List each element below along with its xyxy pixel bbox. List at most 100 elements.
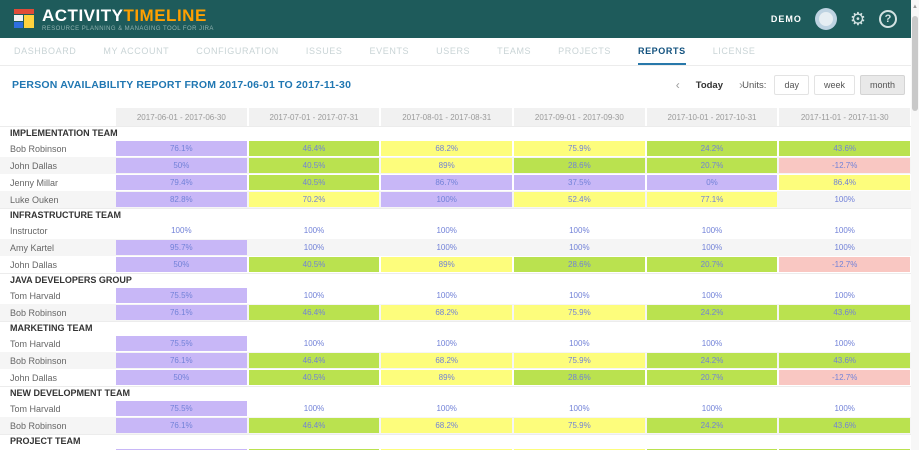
availability-value: 100% (249, 288, 380, 303)
availability-value: 28.6% (514, 158, 645, 173)
app-title-activity: ACTIVITY (42, 6, 123, 25)
availability-cell: 46.4% (249, 417, 380, 434)
nav-item-license[interactable]: LICENSE (713, 38, 756, 65)
availability-cell: 100% (779, 335, 910, 352)
app-title-timeline: TIMELINE (123, 6, 206, 25)
unit-button-week[interactable]: week (814, 75, 855, 95)
prev-period-button[interactable]: ‹ (676, 78, 680, 92)
availability-cell: 89% (381, 256, 512, 273)
availability-cell: 100% (779, 400, 910, 417)
availability-value: 100% (514, 240, 645, 255)
availability-cell: 68.2% (381, 140, 512, 157)
availability-value: 46.4% (249, 353, 380, 368)
availability-cell: 46.4% (249, 140, 380, 157)
table-body: IMPLEMENTATION TEAMBob Robinson76.1%46.4… (0, 126, 911, 450)
availability-value: 100% (249, 223, 380, 238)
help-icon[interactable]: ? (879, 10, 897, 28)
availability-cell: 24.2% (647, 304, 778, 321)
main-nav: DASHBOARD MY ACCOUNT CONFIGURATION ISSUES EV… (0, 38, 911, 66)
nav-item-teams[interactable]: TEAMS (497, 38, 531, 65)
nav-item-projects[interactable]: PROJECTS (558, 38, 611, 65)
availability-cell: 50% (116, 369, 247, 386)
person-name: Jenny Millar (0, 174, 115, 191)
report-toolbar: PERSON AVAILABILITY REPORT FROM 2017-06-… (0, 66, 911, 104)
availability-cell: 28.6% (514, 369, 645, 386)
availability-value: 89% (381, 370, 512, 385)
availability-cell: 70.2% (249, 191, 380, 208)
availability-value: 95.7% (116, 240, 247, 255)
availability-value: 100% (779, 240, 910, 255)
availability-value: 77.1% (647, 192, 778, 207)
availability-cell: 75.5% (116, 287, 247, 304)
availability-cell: 24.2% (647, 417, 778, 434)
unit-button-month[interactable]: month (860, 75, 905, 95)
availability-cell: 100% (514, 239, 645, 256)
availability-value: 24.2% (647, 305, 778, 320)
availability-cell: 76.1% (116, 140, 247, 157)
nav-item-events[interactable]: EVENTS (370, 38, 410, 65)
availability-value: 70.2% (249, 192, 380, 207)
availability-value: 100% (381, 336, 512, 351)
user-name-label: DEMO (771, 14, 802, 24)
availability-value: 75.5% (116, 336, 247, 351)
availability-cell: 100% (249, 222, 380, 239)
availability-cell: 100% (381, 287, 512, 304)
availability-value: 68.2% (381, 141, 512, 156)
availability-value: 100% (647, 240, 778, 255)
availability-value: 89% (381, 158, 512, 173)
availability-cell: 100% (647, 222, 778, 239)
person-row: John Dallas50%40.5%89%28.6%20.7%-12.7% (0, 369, 911, 386)
availability-value: 75.9% (514, 353, 645, 368)
person-row: Tom Harvald75.5%100%100%100%100%100% (0, 287, 911, 304)
availability-value: 100% (779, 192, 910, 207)
availability-value: 46.4% (249, 305, 380, 320)
availability-value: 50% (116, 158, 247, 173)
units-switcher: Units: dayweekmonth (742, 75, 905, 95)
app-logo-icon (14, 9, 34, 29)
person-name: Bob Robinson (0, 304, 115, 321)
person-name: Bob Robinson (0, 417, 115, 434)
availability-cell: 37.5% (514, 174, 645, 191)
availability-value: 100% (779, 223, 910, 238)
availability-cell: 75.5% (116, 335, 247, 352)
settings-gear-icon[interactable]: ⚙ (850, 10, 866, 28)
availability-value: 82.8% (116, 192, 247, 207)
user-avatar[interactable] (815, 8, 837, 30)
availability-value: 76.1% (116, 353, 247, 368)
availability-value: 100% (779, 288, 910, 303)
availability-cell: 89% (381, 157, 512, 174)
team-section-header-infrastructure-team: INFRASTRUCTURE TEAM (0, 208, 911, 222)
availability-value: 86.4% (779, 175, 910, 190)
availability-cell: 24.2% (647, 140, 778, 157)
availability-value: 43.6% (779, 353, 910, 368)
nav-item-users[interactable]: USERS (436, 38, 470, 65)
availability-cell: 100% (381, 239, 512, 256)
availability-cell: 28.6% (514, 256, 645, 273)
nav-item-reports[interactable]: REPORTS (638, 38, 686, 65)
nav-item-issues[interactable]: ISSUES (306, 38, 343, 65)
nav-item-configuration[interactable]: CONFIGURATION (196, 38, 279, 65)
availability-value: 40.5% (249, 370, 380, 385)
availability-cell: 76.1% (116, 304, 247, 321)
scrollbar-up-arrow-icon[interactable]: ▲ (912, 4, 918, 10)
person-row: Amy Kartel95.7%100%100%100%100%100% (0, 239, 911, 256)
person-row: Bob Robinson76.1%46.4%68.2%75.9%24.2%43.… (0, 304, 911, 321)
availability-value: 76.1% (116, 418, 247, 433)
availability-value: 68.2% (381, 305, 512, 320)
availability-value: -12.7% (779, 158, 910, 173)
table-header-name-spacer (0, 108, 115, 126)
availability-value: 76.1% (116, 305, 247, 320)
nav-item-dashboard[interactable]: DASHBOARD (14, 38, 76, 65)
availability-cell: 75.9% (514, 140, 645, 157)
availability-value: 75.5% (116, 288, 247, 303)
nav-item-my-account[interactable]: MY ACCOUNT (103, 38, 169, 65)
scrollbar-thumb[interactable] (912, 16, 918, 111)
team-section-header-project-team: PROJECT TEAM (0, 434, 911, 448)
unit-button-day[interactable]: day (774, 75, 809, 95)
today-button[interactable]: Today (696, 80, 723, 91)
availability-cell: -12.7% (779, 256, 910, 273)
team-section-header-java-developers-group: JAVA DEVELOPERS GROUP (0, 273, 911, 287)
vertical-scrollbar[interactable]: ▲ (911, 0, 919, 450)
availability-value: 100% (249, 401, 380, 416)
availability-value: 50% (116, 370, 247, 385)
